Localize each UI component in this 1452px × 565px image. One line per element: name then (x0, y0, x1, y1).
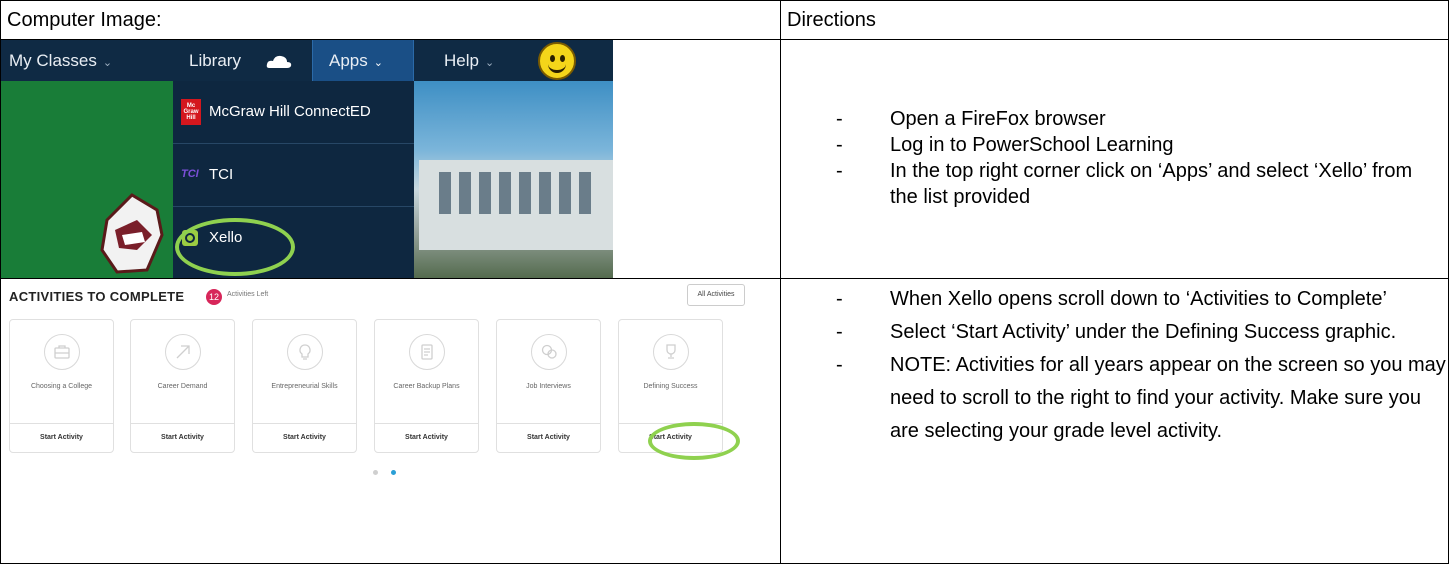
directions-cell-2: When Xello opens scroll down to ‘Activit… (780, 277, 1449, 565)
start-activity-button[interactable]: Start Activity (375, 422, 478, 452)
wolf-mascot-icon (100, 193, 164, 274)
direction-step: In the top right corner click on ‘Apps’ … (836, 158, 1436, 210)
activity-card: Career Demand Start Activity (130, 318, 235, 453)
activities-title: ACTIVITIES TO COMPLETE (9, 288, 185, 304)
start-activity-button[interactable]: Start Activity (253, 422, 356, 452)
start-activity-button[interactable]: Start Activity (131, 422, 234, 452)
direction-step: Select ‘Start Activity’ under the Defini… (836, 316, 1446, 349)
activity-card: Job Interviews Start Activity (496, 318, 601, 453)
menu-item-mcgraw-hill[interactable]: Mc Graw Hill McGraw Hill ConnectED (173, 81, 414, 145)
smiley-avatar-icon[interactable] (538, 42, 576, 81)
direction-step: Open a FireFox browser (836, 106, 1436, 132)
chevron-down-icon: ⌄ (102, 57, 113, 70)
xello-highlight-circle (175, 218, 295, 277)
header-directions: Directions (780, 0, 1449, 41)
nav-library[interactable]: Library (189, 40, 241, 81)
directions-cell-1: Open a FireFox browser Log in to PowerSc… (780, 39, 1449, 279)
activities-count-badge: 12 (206, 288, 222, 305)
start-activity-button[interactable]: Start Activity (497, 422, 600, 452)
pagination-dot-active[interactable] (391, 469, 396, 475)
lightbulb-icon (287, 333, 323, 370)
nav-my-classes[interactable]: My Classes ⌄ (9, 40, 112, 81)
nav-apps[interactable]: Apps ⌄ (312, 40, 414, 82)
direction-step: When Xello opens scroll down to ‘Activit… (836, 283, 1446, 316)
pagination-dot[interactable] (373, 469, 378, 475)
all-activities-button[interactable]: All Activities (687, 283, 745, 306)
screenshot-cell-2: ACTIVITIES TO COMPLETE 12 Activities Lef… (0, 277, 781, 565)
header-computer-image: Computer Image: (0, 0, 781, 41)
building-facade (419, 160, 613, 251)
start-activity-button[interactable]: Start Activity (10, 422, 113, 452)
xello-activities-screenshot: ACTIVITIES TO COMPLETE 12 Activities Lef… (1, 278, 751, 479)
top-navbar: My Classes ⌄ Library Apps ⌄ Help ⌄ (1, 40, 613, 82)
nav-help[interactable]: Help ⌄ (444, 40, 494, 81)
chevron-down-icon: ⌄ (484, 57, 495, 70)
powerschool-screenshot: My Classes ⌄ Library Apps ⌄ Help ⌄ Mc Gr… (1, 40, 613, 278)
activity-card: Career Backup Plans Start Activity (374, 318, 479, 453)
activities-left-label: Activities Left (227, 290, 269, 298)
directions-list-2: When Xello opens scroll down to ‘Activit… (836, 283, 1446, 448)
direction-step: NOTE: Activities for all years appear on… (836, 349, 1446, 448)
document-icon (409, 333, 445, 370)
tci-logo-icon: TCI (181, 168, 199, 181)
direction-step: Log in to PowerSchool Learning (836, 132, 1436, 158)
menu-item-tci[interactable]: TCI TCI (173, 144, 414, 208)
activity-card: Choosing a College Start Activity (9, 318, 114, 453)
chevron-down-icon: ⌄ (373, 57, 383, 70)
cloud-icon[interactable] (266, 52, 292, 70)
mcgraw-hill-logo-icon: Mc Graw Hill (181, 99, 201, 126)
chat-bubbles-icon (531, 333, 567, 370)
trophy-icon (653, 333, 689, 370)
instruction-table: Computer Image: Directions My Classes ⌄ … (0, 0, 1449, 565)
directions-list-1: Open a FireFox browser Log in to PowerSc… (836, 106, 1436, 210)
start-activity-highlight-circle (648, 421, 740, 460)
screenshot-cell-1: My Classes ⌄ Library Apps ⌄ Help ⌄ Mc Gr… (0, 39, 781, 279)
arrow-up-right-icon (165, 333, 201, 370)
activity-card: Entrepreneurial Skills Start Activity (252, 318, 357, 453)
briefcase-icon (44, 333, 80, 370)
